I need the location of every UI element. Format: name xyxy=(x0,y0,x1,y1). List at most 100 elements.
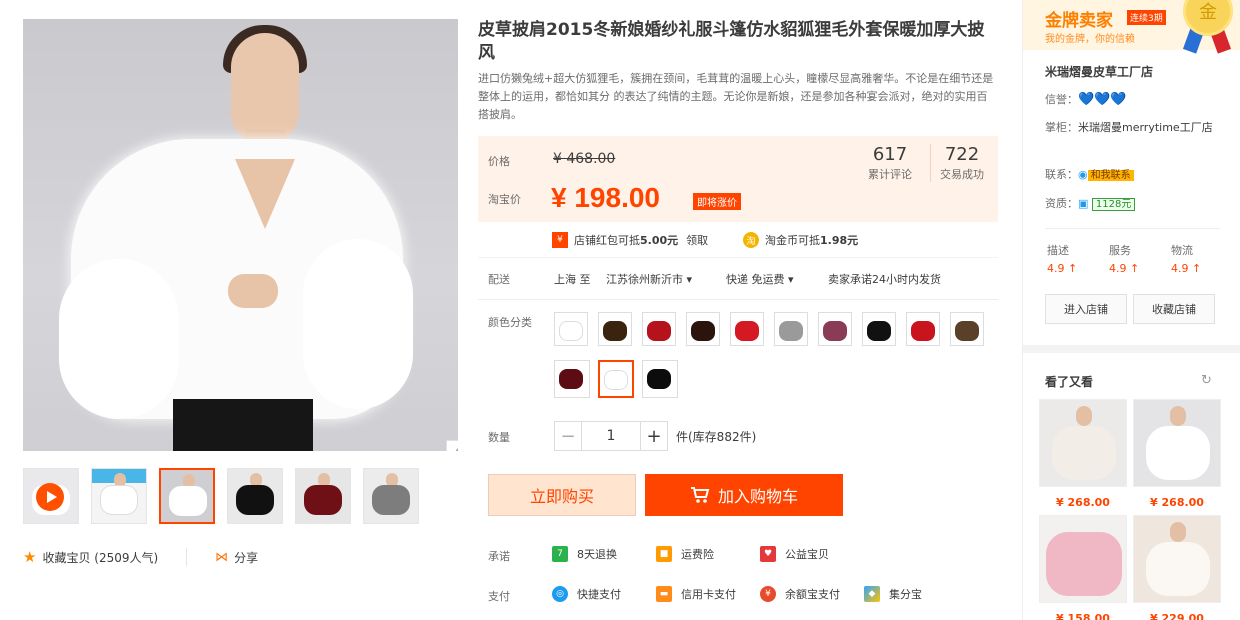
zoom-button[interactable] xyxy=(446,440,458,451)
quantity-increase-button[interactable]: + xyxy=(640,421,668,451)
promise-row: 承诺 7 8天退换 ■ 运费险 ♥ 公益宝贝 xyxy=(478,540,998,570)
payment-label: 支付 xyxy=(488,590,510,603)
neckline-shape xyxy=(235,159,295,229)
model-hand-shape xyxy=(228,274,278,308)
deposit-badge[interactable]: 1128元 xyxy=(1091,198,1136,211)
enter-shop-button[interactable]: 进入店铺 xyxy=(1045,294,1127,324)
desc-score-label: 描述 xyxy=(1047,244,1069,257)
yuebao-pay[interactable]: ¥ 余额宝支付 xyxy=(760,586,840,602)
add-to-cart-button[interactable]: 加入购物车 xyxy=(645,474,843,516)
favorite-share-row: ★ 收藏宝贝 (2509人气) ⋈ 分享 xyxy=(23,548,258,566)
quantity-input[interactable] xyxy=(582,421,640,451)
product-title: 皮草披肩2015冬新娘婚纱礼服斗篷仿水貂狐狸毛外套保暖加厚大披风 xyxy=(478,20,985,63)
gold-seller-title: 金牌卖家 xyxy=(1045,11,1113,31)
promo-price-label: 淘宝价 xyxy=(488,193,521,206)
service-score-label: 服务 xyxy=(1109,244,1131,257)
price-rise-badge: 即将涨价 xyxy=(693,193,741,210)
service-score: 服务 4.9 ↑ xyxy=(1109,242,1139,278)
also-viewed-title: 看了又看 xyxy=(1045,375,1094,389)
qualification-label: 资质： xyxy=(1045,197,1078,210)
color-swatch[interactable] xyxy=(950,312,984,346)
shop-sidebar: 金牌卖家 连续3期 我的金牌，你的信赖 金 米瑞熠曼皮草工厂店 信誉：💙💙💙 掌… xyxy=(1022,0,1240,620)
also-viewed-item[interactable] xyxy=(1039,399,1127,487)
owner-row: 掌柜：米瑞熠曼merrytime工厂店 xyxy=(1045,118,1225,138)
blue-heart-icons: 💙💙💙 xyxy=(1078,92,1127,107)
color-swatch-selected[interactable] xyxy=(598,360,634,398)
yuebao-text: 余额宝支付 xyxy=(785,588,840,601)
promo-price: ¥ 198.00 xyxy=(551,182,660,213)
credit-card-pay[interactable]: ▬ 信用卡支付 xyxy=(656,586,736,602)
thumbnail-4[interactable] xyxy=(227,468,283,524)
main-product-image xyxy=(23,19,458,451)
jifenbao-pay[interactable]: ◆ 集分宝 xyxy=(864,586,922,602)
gold-seller-slogan: 我的金牌，你的信赖 xyxy=(1045,34,1135,45)
color-swatch[interactable] xyxy=(554,360,590,398)
taobao-coin: 淘 淘金币可抵 1.98元 xyxy=(743,232,858,248)
quantity-decrease-button[interactable]: − xyxy=(554,421,582,451)
shop-name[interactable]: 米瑞熠曼皮草工厂店 xyxy=(1045,63,1153,80)
refresh-icon[interactable]: ↻ xyxy=(1201,373,1212,388)
red-packet-icon: ¥ xyxy=(552,232,568,248)
price-label: 价格 xyxy=(488,155,510,168)
price-panel: 价格 ¥ 468.00 淘宝价 ¥ 198.00 即将涨价 617 累计评论 7… xyxy=(478,136,998,222)
logistics-score-value: 4.9 ↑ xyxy=(1171,262,1202,275)
contact-row: 联系：◉ 和我联系 xyxy=(1045,165,1134,186)
color-label: 颜色分类 xyxy=(488,316,532,329)
return-text: 8天退换 xyxy=(577,548,617,561)
id-verified-icon: ▣ xyxy=(1078,197,1089,210)
color-swatch[interactable] xyxy=(730,312,764,346)
also-viewed-price: ¥ 229.00 xyxy=(1150,612,1204,620)
return-icon: 7 xyxy=(552,546,568,562)
logistics-score-label: 物流 xyxy=(1171,244,1193,257)
logistics-score: 物流 4.9 ↑ xyxy=(1171,242,1201,278)
magnifier-icon xyxy=(455,448,458,451)
shipping-destination-select[interactable]: 江苏徐州新沂市 ▾ xyxy=(606,271,692,287)
color-swatch[interactable] xyxy=(642,312,676,346)
color-swatch[interactable] xyxy=(598,312,632,346)
also-viewed-item[interactable] xyxy=(1133,399,1221,487)
quick-pay[interactable]: ◎ 快捷支付 xyxy=(552,586,621,602)
color-swatch[interactable] xyxy=(906,312,940,346)
gold-seller-banner: 金牌卖家 连续3期 我的金牌，你的信赖 金 xyxy=(1023,0,1240,54)
shipping-promise: 卖家承诺24小时内发货 xyxy=(828,273,941,286)
thumbnail-5[interactable] xyxy=(295,468,351,524)
charity-item[interactable]: ♥ 公益宝贝 xyxy=(760,546,829,562)
thumbnail-3-selected[interactable] xyxy=(159,468,215,524)
charity-icon: ♥ xyxy=(760,546,776,562)
contact-seller-button[interactable]: 和我联系 xyxy=(1087,170,1134,181)
shipping-row: 配送 上海 至 江苏徐州新沂市 ▾ 快递 免运费 ▾ 卖家承诺24小时内发货 xyxy=(478,260,998,300)
credit-row: 信誉：💙💙💙 xyxy=(1045,90,1127,110)
shipping-method-select[interactable]: 快递 免运费 ▾ xyxy=(726,271,794,287)
thumbnail-6[interactable] xyxy=(363,468,419,524)
insurance-icon: ■ xyxy=(656,546,672,562)
thumbnail-2[interactable] xyxy=(91,468,147,524)
buy-now-button[interactable]: 立即购买 xyxy=(488,474,636,516)
share-link[interactable]: 分享 xyxy=(234,549,258,566)
thumbnail-video[interactable] xyxy=(23,468,79,524)
sales-count-label: 交易成功 xyxy=(940,168,984,181)
play-video-icon[interactable] xyxy=(36,483,64,511)
sales-count-stat: 722 交易成功 xyxy=(934,144,990,182)
claim-coupon-link[interactable]: 领取 xyxy=(686,232,708,248)
share-icon[interactable]: ⋈ xyxy=(215,550,228,565)
color-swatch[interactable] xyxy=(862,312,896,346)
color-swatch[interactable] xyxy=(686,312,720,346)
favorite-link[interactable]: 收藏宝贝 (2509人气) xyxy=(42,549,158,566)
original-price: ¥ 468.00 xyxy=(553,151,616,167)
color-swatch[interactable] xyxy=(774,312,808,346)
color-swatch[interactable] xyxy=(642,360,678,398)
review-count-stat[interactable]: 617 累计评论 xyxy=(858,144,922,182)
star-icon[interactable]: ★ xyxy=(23,548,36,566)
qualification-row: 资质：▣ 1128元 xyxy=(1045,194,1136,215)
owner-name[interactable]: 米瑞熠曼merrytime工厂店 xyxy=(1078,121,1213,134)
color-swatch[interactable] xyxy=(554,312,588,346)
divider xyxy=(1045,228,1220,229)
insurance-text: 运费险 xyxy=(681,548,714,561)
return-promise[interactable]: 7 8天退换 xyxy=(552,546,617,562)
also-viewed-item[interactable] xyxy=(1039,515,1127,603)
yuebao-icon: ¥ xyxy=(760,586,776,602)
also-viewed-item[interactable] xyxy=(1133,515,1221,603)
collect-shop-button[interactable]: 收藏店铺 xyxy=(1133,294,1215,324)
color-swatch[interactable] xyxy=(818,312,852,346)
shipping-insurance[interactable]: ■ 运费险 xyxy=(656,546,714,562)
